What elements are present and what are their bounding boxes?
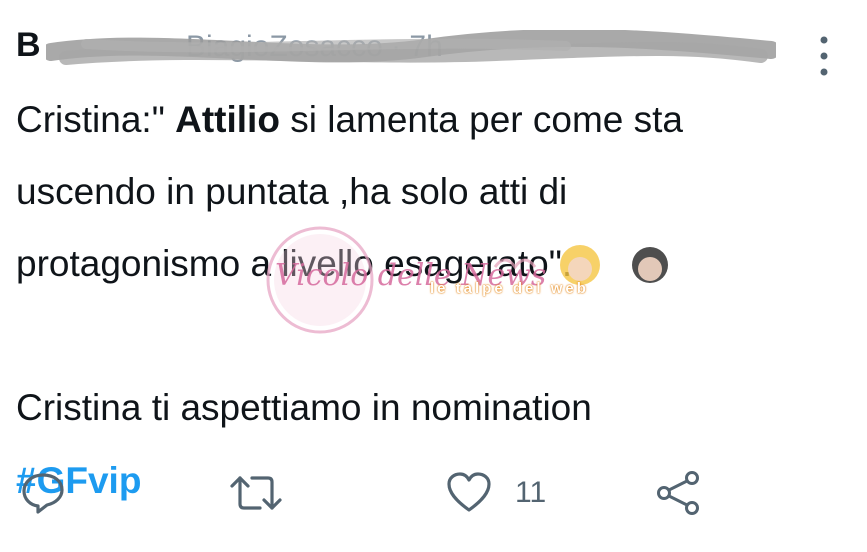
tweet-header: B BiagioZosacco · 7h: [16, 20, 828, 76]
text-segment: protagonismo a livello esagerato".: [16, 243, 573, 285]
reply-button[interactable]: [20, 470, 66, 516]
author-name[interactable]: B: [16, 26, 41, 65]
retweet-button[interactable]: [228, 470, 284, 516]
more-options-icon[interactable]: [812, 34, 836, 78]
text-segment: si lamenta per come sta: [279, 99, 683, 140]
tweet-text: Cristina:" Attilio si lamenta per come s…: [16, 84, 846, 517]
tweet-line-4: Cristina ti aspettiamo in nomination: [16, 387, 592, 429]
tweet-line-1: Cristina:" Attilio si lamenta per come s…: [16, 84, 846, 156]
text-segment: uscendo in puntata ,ha solo atti di: [16, 171, 568, 213]
text-segment: Cristina:": [16, 99, 176, 140]
text-segment-bold: Attilio: [175, 99, 280, 140]
share-button[interactable]: [654, 470, 704, 516]
share-icon: [657, 471, 699, 515]
retweet-icon: [230, 476, 282, 510]
redaction-scribble: [46, 30, 776, 65]
like-button[interactable]: 11: [445, 470, 546, 516]
reply-icon: [22, 473, 64, 514]
tweet-actions: 11: [20, 470, 860, 520]
like-count: 11: [515, 476, 547, 509]
watermark-tagline: le talpe del web: [430, 280, 589, 297]
heart-icon: [447, 472, 491, 512]
tweet-line-2: uscendo in puntata ,ha solo atti di: [16, 156, 846, 228]
